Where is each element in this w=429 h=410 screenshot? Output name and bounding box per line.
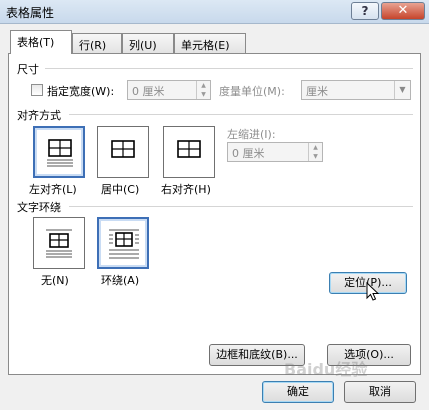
align-center-label: 居中(C) xyxy=(101,183,140,196)
tab-column[interactable]: 列(U) xyxy=(122,33,174,53)
spin-down-icon[interactable]: ▼ xyxy=(309,152,322,161)
align-right-label: 右对齐(H) xyxy=(161,183,211,196)
wrap-none-label: 无(N) xyxy=(41,274,69,287)
wrap-none-option[interactable] xyxy=(33,217,85,269)
table-align-right-icon xyxy=(177,140,201,158)
wrap-around-label: 环绕(A) xyxy=(101,274,140,287)
wrap-none-icon xyxy=(46,229,72,258)
window-title: 表格属性 xyxy=(6,6,55,20)
ok-button[interactable]: 确定 xyxy=(262,381,334,403)
spin-up-icon[interactable]: ▲ xyxy=(197,81,210,90)
preferred-width-spinner[interactable]: 0 厘米 ▲ ▼ xyxy=(127,80,211,100)
chevron-down-icon[interactable]: ▼ xyxy=(394,81,410,99)
cancel-button[interactable]: 取消 xyxy=(344,381,416,403)
tab-cell[interactable]: 单元格(E) xyxy=(174,33,246,53)
tab-row[interactable]: 行(R) xyxy=(72,33,122,53)
align-left-option[interactable] xyxy=(33,126,85,178)
indent-spinner[interactable]: 0 厘米 ▲ ▼ xyxy=(227,142,323,162)
align-left-label: 左对齐(L) xyxy=(29,183,77,196)
help-button[interactable]: ? xyxy=(351,2,379,20)
indent-label: 左缩进(I): xyxy=(227,128,276,141)
tab-table[interactable]: 表格(T) xyxy=(10,30,72,54)
mouse-cursor-icon xyxy=(366,282,380,301)
watermark-text: Baidu经验 xyxy=(284,360,368,379)
title-bar: 表格属性 ? ✕ xyxy=(0,0,429,24)
close-button[interactable]: ✕ xyxy=(381,2,425,20)
size-section-title: 尺寸 xyxy=(17,63,39,76)
wrap-around-option[interactable] xyxy=(97,217,149,269)
align-center-option[interactable] xyxy=(97,126,149,178)
wrap-around-icon xyxy=(109,229,139,259)
wrapping-separator xyxy=(69,206,413,207)
spin-down-icon[interactable]: ▼ xyxy=(197,90,210,99)
table-align-center-icon xyxy=(111,140,135,158)
indent-value: 0 厘米 xyxy=(232,147,265,160)
table-align-left-icon xyxy=(47,139,73,167)
preferred-width-value: 0 厘米 xyxy=(132,85,165,98)
alignment-separator xyxy=(69,114,413,115)
preferred-width-label: 指定宽度(W): xyxy=(47,85,115,98)
size-separator xyxy=(45,68,413,69)
align-right-option[interactable] xyxy=(163,126,215,178)
measure-in-label: 度量单位(M): xyxy=(219,85,285,98)
tab-panel: 尺寸 指定宽度(W): 0 厘米 ▲ ▼ 度量单位(M): 厘米 ▼ 对齐方式 … xyxy=(8,53,421,375)
alignment-section-title: 对齐方式 xyxy=(17,109,61,122)
preferred-width-checkbox[interactable] xyxy=(31,84,43,96)
spin-up-icon[interactable]: ▲ xyxy=(309,143,322,152)
measure-in-value: 厘米 xyxy=(306,85,328,98)
wrapping-section-title: 文字环绕 xyxy=(17,201,61,214)
measure-in-select[interactable]: 厘米 ▼ xyxy=(301,80,411,100)
